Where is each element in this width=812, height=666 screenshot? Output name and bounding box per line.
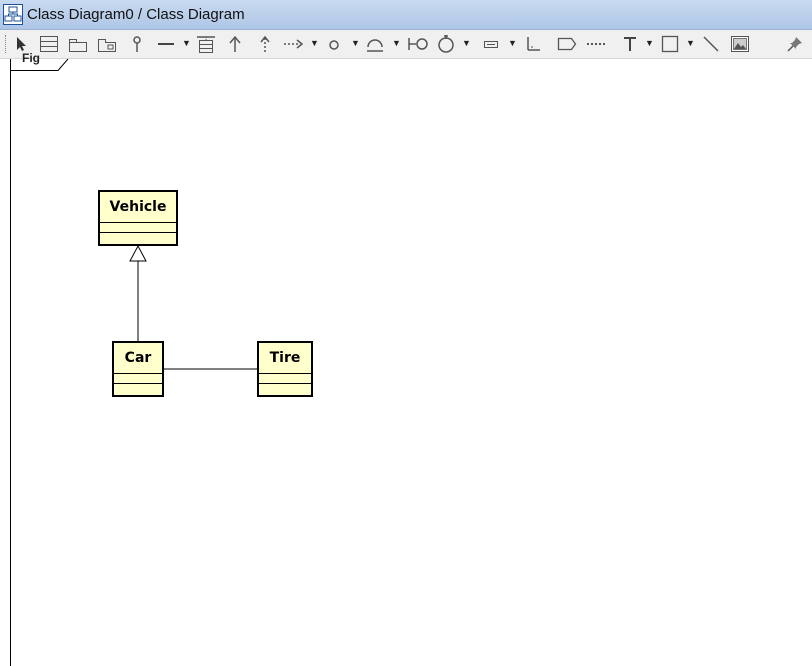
template-icon[interactable] bbox=[480, 33, 502, 55]
package-icon[interactable] bbox=[67, 33, 89, 55]
diagonal-line-icon[interactable] bbox=[700, 33, 722, 55]
lollipop-icon[interactable] bbox=[126, 33, 148, 55]
line-icon[interactable] bbox=[155, 33, 177, 55]
text-icon[interactable] bbox=[619, 33, 641, 55]
operations-compartment bbox=[100, 232, 176, 242]
class-diagram-icon bbox=[3, 4, 23, 25]
operations-compartment bbox=[259, 383, 311, 393]
class-icon[interactable] bbox=[38, 33, 60, 55]
attributes-compartment bbox=[100, 222, 176, 232]
provided-interface-icon[interactable] bbox=[364, 33, 386, 55]
n-ary-dropdown-icon[interactable]: ▼ bbox=[351, 38, 360, 48]
image-icon[interactable] bbox=[729, 33, 751, 55]
generalization-arrow-icon[interactable] bbox=[224, 33, 246, 55]
pin-icon[interactable] bbox=[784, 33, 806, 55]
rectangle-icon[interactable] bbox=[659, 33, 681, 55]
provided-interface-dropdown-icon[interactable]: ▼ bbox=[392, 38, 401, 48]
anchor-icon[interactable] bbox=[522, 33, 544, 55]
diagram-toolbar: ▼ ▼ ▼ ▼ ▼ ▼ ▼ ▼ bbox=[0, 30, 812, 59]
small-circle-icon[interactable] bbox=[323, 33, 345, 55]
subsystem-icon[interactable] bbox=[96, 33, 118, 55]
window-titlebar: Class Diagram0 / Class Diagram bbox=[0, 0, 812, 30]
socket-icon[interactable] bbox=[407, 33, 429, 55]
class-name: Vehicle bbox=[109, 199, 167, 215]
association-class-icon[interactable] bbox=[195, 33, 217, 55]
generalization-arrowhead-icon bbox=[129, 244, 147, 262]
note-icon[interactable] bbox=[556, 33, 578, 55]
operations-compartment bbox=[114, 383, 162, 393]
class-name: Tire bbox=[269, 350, 301, 366]
text-dropdown-icon[interactable]: ▼ bbox=[645, 38, 654, 48]
class-vehicle[interactable]: Vehicle bbox=[98, 190, 178, 246]
template-dropdown-icon[interactable]: ▼ bbox=[508, 38, 517, 48]
dependency-dropdown-icon[interactable]: ▼ bbox=[310, 38, 319, 48]
class-name: Car bbox=[124, 350, 152, 366]
window-title: Class Diagram0 / Class Diagram bbox=[27, 6, 245, 23]
dotted-line-icon[interactable] bbox=[585, 33, 607, 55]
containment-icon[interactable] bbox=[435, 33, 457, 55]
toolbar-grip[interactable] bbox=[5, 35, 8, 53]
diagram-canvas[interactable]: Fig Vehicle Car Tire bbox=[0, 51, 812, 666]
attributes-compartment bbox=[259, 373, 311, 383]
association-dropdown-icon[interactable]: ▼ bbox=[182, 38, 191, 48]
rectangle-dropdown-icon[interactable]: ▼ bbox=[686, 38, 695, 48]
class-car[interactable]: Car bbox=[112, 341, 164, 397]
containment-dropdown-icon[interactable]: ▼ bbox=[462, 38, 471, 48]
dependency-arrow-icon[interactable] bbox=[283, 33, 305, 55]
class-tire[interactable]: Tire bbox=[257, 341, 313, 397]
realization-arrow-icon[interactable] bbox=[254, 33, 276, 55]
attributes-compartment bbox=[114, 373, 162, 383]
